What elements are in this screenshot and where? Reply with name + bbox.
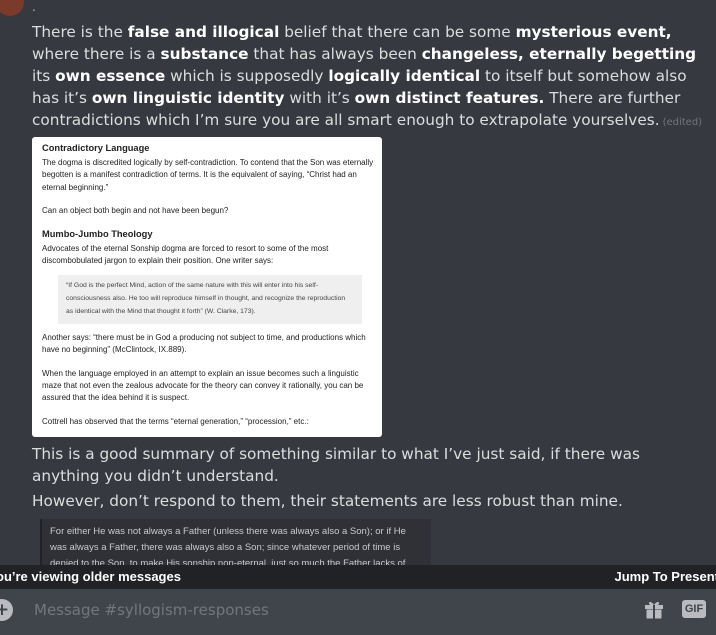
jump-to-present-button[interactable]: Jump To Present (614, 569, 716, 584)
text-segment: where there is a (32, 45, 161, 63)
bold-text-segment: changeless, eternally begetting (421, 45, 697, 63)
gift-icon[interactable] (643, 598, 665, 620)
quote-image-attachment[interactable]: For either He was not always a Father (u… (40, 519, 431, 565)
doc-paragraph: Cottrell has observed that the terms “et… (42, 416, 309, 426)
doc-paragraph: Can an object both begin and not have be… (42, 206, 229, 216)
bold-text-segment: own essence (55, 67, 166, 85)
doc-paragraph: Another says: “there must be in God a pr… (42, 332, 366, 355)
older-messages-bar: ou’re viewing older messages Jump To Pre… (0, 565, 716, 589)
message-text-3: However, don’t respond to them, their st… (32, 492, 623, 510)
text-segment: which is supposedly (165, 67, 329, 85)
text-segment: its (32, 67, 56, 85)
text-segment: belief that there can be some (279, 23, 516, 41)
avatar[interactable] (0, 0, 24, 16)
quote-image-text: For either He was not always a Father (u… (50, 526, 406, 565)
gif-button[interactable]: GIF (682, 600, 706, 618)
bold-text-segment: own linguistic identity (91, 89, 285, 107)
doc-blockquote: “If God is the perfect Mind, action of t… (58, 275, 362, 324)
older-messages-notice: ou’re viewing older messages (0, 569, 181, 584)
doc-heading-contradictory: Contradictory Language (42, 143, 150, 153)
doc-paragraph: The dogma is discredited logically by se… (42, 158, 374, 192)
message-input[interactable] (32, 599, 592, 621)
text-segment: with it’s (284, 89, 355, 107)
message-marker: . (32, 0, 36, 14)
message-text-1: There is the false and illogical belief … (32, 21, 712, 134)
message-body: There is the false and illogical belief … (32, 23, 696, 129)
text-segment: There is the (32, 23, 128, 41)
bold-text-segment: false and illogical (127, 23, 280, 41)
doc-paragraph: When the language employed in an attempt… (42, 368, 364, 403)
doc-paragraph: Advocates of the eternal Sonship dogma a… (42, 243, 329, 266)
message-text-2: This is a good summary of something simi… (32, 445, 640, 485)
message-composer: + GIF (0, 589, 716, 635)
edited-label: (edited) (662, 117, 703, 128)
document-image-attachment[interactable]: Contradictory Language The dogma is disc… (32, 137, 382, 437)
text-segment: that has always been (248, 45, 422, 63)
bold-text-segment: substance (160, 45, 249, 63)
bold-text-segment: mysterious event, (515, 23, 672, 41)
doc-heading-mumbo-jumbo: Mumbo-Jumbo Theology (42, 228, 153, 239)
bold-text-segment: own distinct features. (354, 89, 545, 107)
bold-text-segment: logically identical (328, 67, 481, 85)
plus-circle-icon[interactable]: + (0, 599, 13, 621)
